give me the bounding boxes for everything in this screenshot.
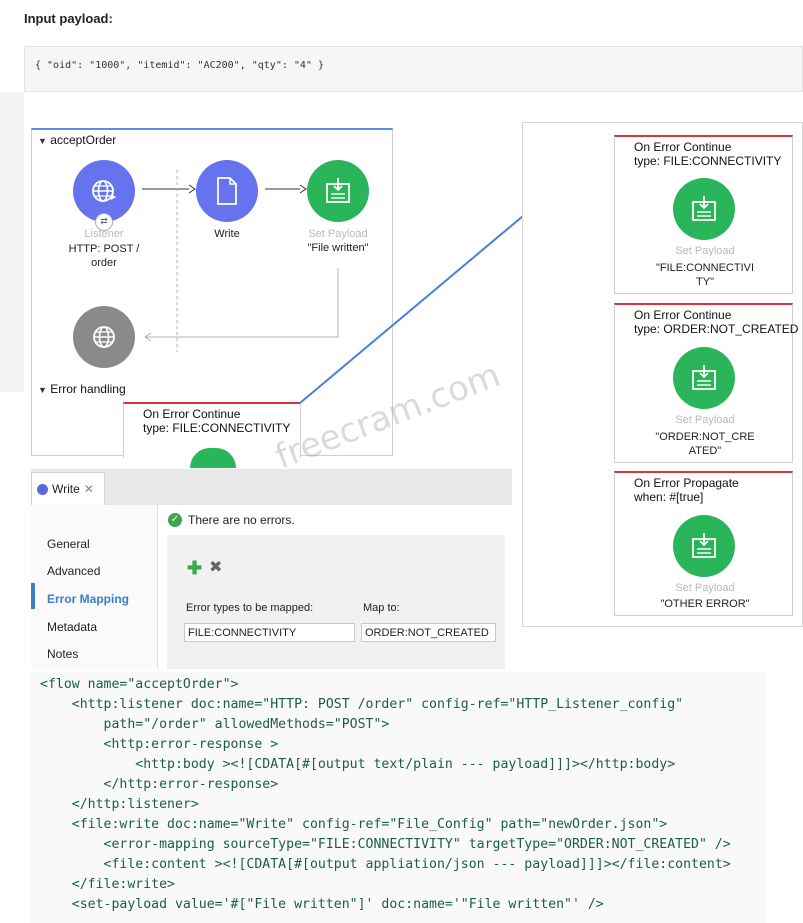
handler-node-label: "ORDER:NOT_CRE ATED" — [655, 431, 755, 457]
tab-write[interactable]: Write ✕ — [31, 472, 105, 505]
code-line: <file:write doc:name="Write" config-ref=… — [40, 817, 668, 832]
active-indicator — [31, 583, 35, 609]
set-payload-node[interactable] — [673, 515, 735, 577]
write-tab-icon — [37, 483, 48, 495]
sidebar-item-general[interactable]: General — [47, 537, 90, 551]
set-payload-node[interactable] — [673, 178, 735, 240]
status-text: There are no errors. — [188, 513, 295, 527]
error-mapping-area: ✚ ✖ Error types to be mapped: Map to: FI… — [167, 535, 505, 669]
handler-card-3[interactable]: On Error Propagate when: #[true] Set Pay… — [614, 471, 793, 616]
code-line: <file:content ><![CDATA[#[output appliat… — [40, 857, 731, 872]
handler-title: On Error Continue — [634, 308, 732, 322]
col-error-types: Error types to be mapped: — [186, 602, 314, 614]
handler-node-type: Set Payload — [675, 414, 735, 426]
set-payload-icon — [692, 196, 716, 221]
xml-code-block: <flow name="acceptOrder"> <http:listener… — [31, 672, 765, 923]
sidebar-item-advanced[interactable]: Advanced — [47, 564, 100, 578]
set-payload-icon — [692, 365, 716, 390]
code-line: </http:error-response> — [40, 777, 279, 792]
tab-label: Write — [52, 482, 80, 496]
error-type-field[interactable]: FILE:CONNECTIVITY — [184, 623, 355, 642]
code-line: <flow name="acceptOrder"> — [40, 677, 239, 692]
handler-node-label: "OTHER ERROR" — [660, 598, 750, 610]
handler-card-2[interactable]: On Error Continue type: ORDER:NOT_CREATE… — [614, 303, 798, 463]
check-icon: ✓ — [168, 513, 182, 527]
handler-title: On Error Continue — [634, 140, 732, 154]
col-map-to: Map to: — [363, 602, 400, 614]
handler-type: when: #[true] — [634, 490, 704, 504]
close-icon[interactable]: ✕ — [84, 482, 94, 496]
tab-bar: Write ✕ — [31, 469, 512, 505]
properties-panel: Write ✕ General Advanced Error Mapping M… — [31, 469, 512, 669]
error-handlers-panel: On Error Continue type: FILE:CONNECTIVIT… — [522, 122, 803, 627]
code-line: <http:listener doc:name="HTTP: POST /ord… — [40, 697, 684, 712]
sidebar-item-notes[interactable]: Notes — [47, 647, 78, 661]
set-payload-icon — [692, 533, 716, 558]
handler-node-label: "FILE:CONNECTIVI TY" — [655, 262, 755, 288]
code-line: <http:error-response > — [40, 737, 279, 752]
handler-node-type: Set Payload — [675, 582, 735, 594]
code-line: </file:write> — [40, 877, 175, 892]
handler-type: type: FILE:CONNECTIVITY — [634, 154, 782, 168]
sidebar-item-error-mapping[interactable]: Error Mapping — [47, 592, 129, 606]
properties-sidebar: General Advanced Error Mapping Metadata … — [31, 505, 158, 669]
code-line: <set-payload value='#["File written"]' d… — [40, 897, 604, 912]
code-line: </http:listener> — [40, 797, 199, 812]
handler-card-1[interactable]: On Error Continue type: FILE:CONNECTIVIT… — [614, 135, 793, 294]
handler-node-type: Set Payload — [675, 245, 735, 257]
remove-mapping-icon[interactable]: ✖ — [209, 557, 222, 577]
set-payload-node[interactable] — [673, 347, 735, 409]
status-row: ✓ There are no errors. — [168, 513, 295, 527]
code-line: path="/order" allowedMethods="POST"> — [40, 717, 390, 732]
add-icon[interactable]: ✚ — [187, 558, 202, 579]
code-line: <error-mapping sourceType="FILE:CONNECTI… — [40, 837, 731, 852]
code-line: <http:body ><![CDATA[#[output text/plain… — [40, 757, 676, 772]
map-to-field[interactable]: ORDER:NOT_CREATED — [361, 623, 496, 642]
sidebar-item-metadata[interactable]: Metadata — [47, 620, 97, 634]
handler-title: On Error Propagate — [634, 476, 739, 490]
handler-type: type: ORDER:NOT_CREATED — [634, 322, 799, 336]
